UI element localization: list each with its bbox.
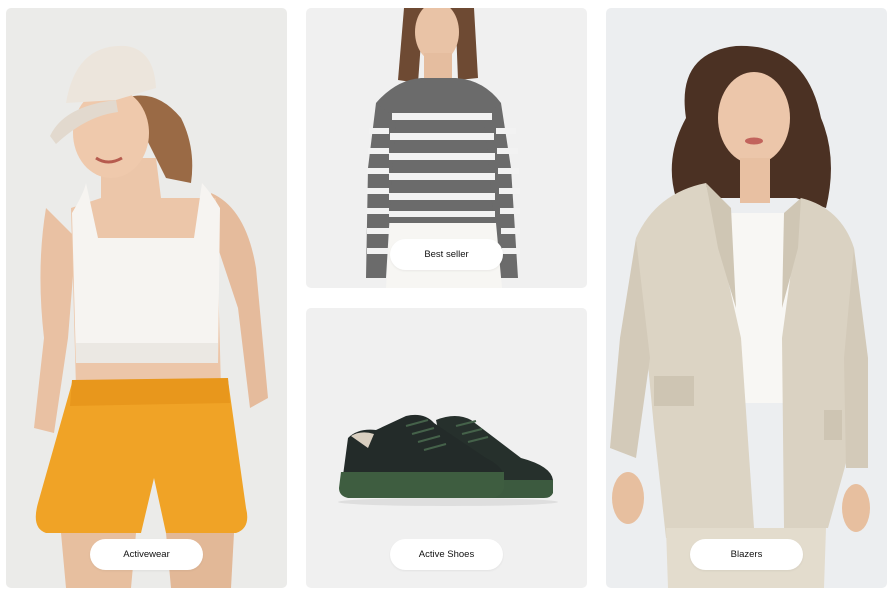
blazers-model-image: [610, 45, 870, 588]
category-tile-best-seller[interactable]: Best seller: [306, 8, 587, 288]
category-label-activewear[interactable]: Activewear: [90, 539, 203, 570]
category-label-blazers[interactable]: Blazers: [690, 539, 803, 570]
activewear-model-image: [34, 45, 268, 588]
category-tile-active-shoes[interactable]: Active Shoes: [306, 308, 587, 588]
category-label-active-shoes[interactable]: Active Shoes: [390, 539, 503, 570]
category-label-best-seller[interactable]: Best seller: [390, 239, 503, 270]
category-tile-blazers[interactable]: Blazers: [606, 8, 887, 588]
category-tile-activewear[interactable]: Activewear: [6, 8, 287, 588]
